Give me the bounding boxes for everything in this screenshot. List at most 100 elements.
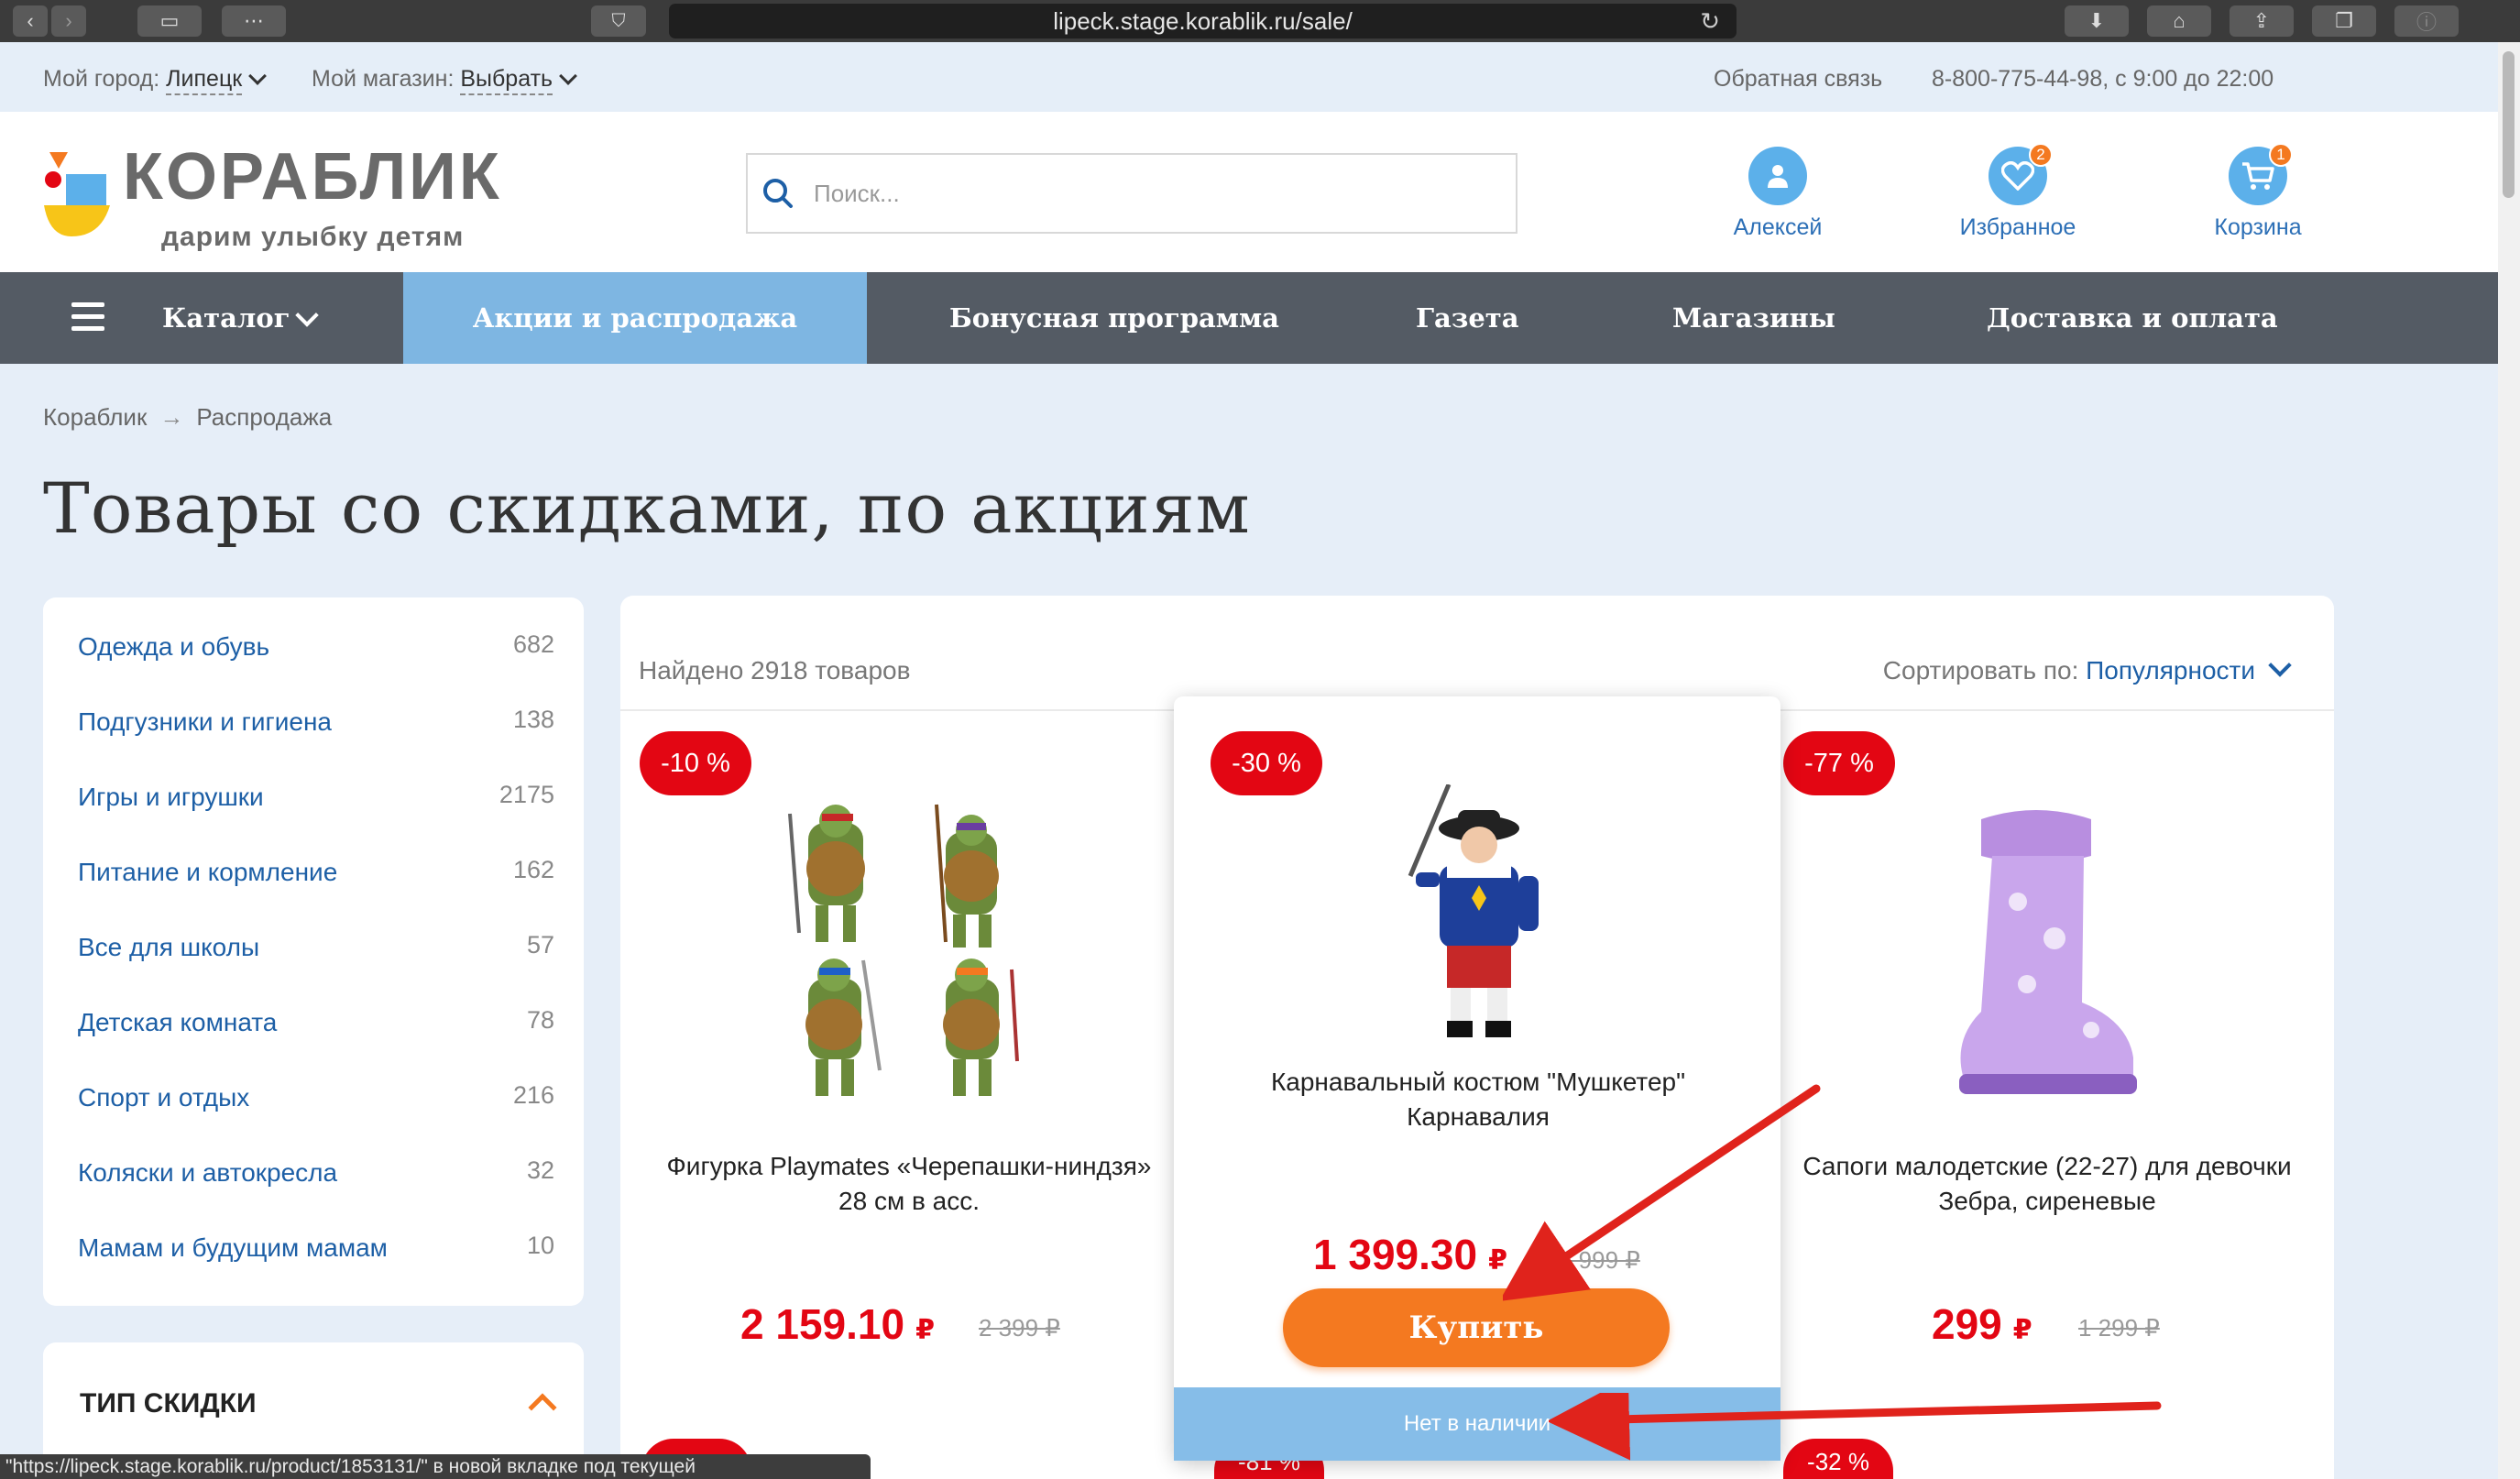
url-text: lipeck.stage.korablik.ru/sale/ (1053, 6, 1353, 35)
account-button[interactable]: Алексей (1695, 147, 1860, 241)
cart-icon: 1 (2229, 143, 2293, 205)
city-label: Мой город: (43, 66, 160, 92)
sidebar-item-label: Детская комната (78, 1008, 278, 1036)
search-icon[interactable] (762, 178, 794, 209)
old-price: 2 399 ₽ (979, 1314, 1060, 1342)
sidebar-item-label: Мамам и будущим мамам (78, 1233, 388, 1262)
sidebar-item-count: 682 (512, 630, 554, 658)
breadcrumb-current: Распродажа (196, 403, 333, 431)
sidebar-item-kids-room[interactable]: Детская комната 78 (78, 1006, 554, 1037)
favorites-count-badge: 2 (2029, 143, 2053, 167)
results-count: Найдено 2918 товаров (639, 656, 911, 685)
reload-icon[interactable]: ↻ (1700, 7, 1720, 36)
nav-item-stores[interactable]: Магазины (1672, 272, 1835, 364)
product-image[interactable] (1392, 784, 1566, 1050)
hamburger-icon (71, 302, 104, 332)
sidebar-item-count: 32 (526, 1156, 554, 1184)
sidebar-item-clothes[interactable]: Одежда и обувь 682 (78, 630, 554, 662)
sidebar-toggle-icon[interactable]: ▭ (137, 5, 202, 37)
feedback-link[interactable]: Обратная связь (1714, 66, 1882, 93)
logo-slogan: дарим улыбку детям (161, 222, 465, 252)
sidebar-item-label: Подгузники и гигиена (78, 707, 332, 736)
discount-badge: -10 % (640, 731, 751, 795)
product-price: 1 399.30 ₽ (1313, 1230, 1507, 1279)
sidebar-item-school[interactable]: Все для школы 57 (78, 931, 554, 962)
home-icon[interactable]: ⌂ (2147, 5, 2211, 37)
nav-item-delivery[interactable]: Доставка и оплата (1987, 272, 2278, 364)
store-label: Мой магазин: (312, 66, 455, 92)
currency-symbol: ₽ (2012, 1315, 2032, 1345)
account-label: Алексей (1733, 214, 1823, 240)
search-input[interactable] (814, 179, 1455, 208)
scrollbar[interactable] (2498, 42, 2520, 1479)
forward-button[interactable]: › (51, 5, 86, 37)
scrollbar-thumb[interactable] (2503, 51, 2515, 198)
city-selector[interactable]: Мой город: Липецк (43, 66, 268, 95)
logo[interactable]: КОРАБЛИК дарим улыбку детям (40, 139, 517, 252)
sidebar-item-label: Игры и игрушки (78, 783, 264, 811)
category-sidebar: Одежда и обувь 682 Подгузники и гигиена 13… (43, 597, 584, 1306)
phone-number[interactable]: 8-800-775-44-98, с 9:00 до 22:00 (1932, 66, 2273, 93)
download-icon[interactable]: ⬇ (2065, 5, 2129, 37)
chevron-down-icon (295, 303, 319, 327)
sidebar-item-label: Питание и кормление (78, 858, 338, 886)
sidebar-item-sport[interactable]: Спорт и отдых 216 (78, 1081, 554, 1112)
sidebar-item-feeding[interactable]: Питание и кормление 162 (78, 856, 554, 887)
search-box[interactable] (746, 153, 1517, 234)
tabs-icon[interactable]: ❐ (2312, 5, 2376, 37)
product-card[interactable]: -77 % Сапоги малодетские (22-27) для дев… (1761, 713, 2333, 1409)
share-icon[interactable]: ⇪ (2230, 5, 2294, 37)
sidebar-item-label: Одежда и обувь (78, 632, 270, 661)
info-icon[interactable]: ⓘ (2394, 5, 2459, 37)
sidebar-item-strollers[interactable]: Коляски и автокресла 32 (78, 1156, 554, 1188)
product-image[interactable] (772, 795, 1046, 1107)
price-value: 1 399.30 (1313, 1231, 1478, 1278)
favorites-label: Избранное (1959, 214, 2076, 240)
sort-selector[interactable]: Сортировать по: Популярности (1883, 653, 2292, 685)
sidebar-item-label: Спорт и отдых (78, 1083, 250, 1112)
url-bar[interactable]: lipeck.stage.korablik.ru/sale/ ↻ (669, 4, 1737, 38)
user-icon (1748, 147, 1807, 205)
product-name[interactable]: Сапоги малодетские (22-27) для девочки З… (1789, 1149, 2306, 1219)
sidebar-item-count: 2175 (499, 781, 554, 808)
store-value[interactable]: Выбрать (460, 66, 553, 95)
filter-heading: ТИП СКИДКИ (80, 1388, 257, 1419)
sidebar-item-moms[interactable]: Мамам и будущим мамам 10 (78, 1232, 554, 1263)
sidebar-item-count: 78 (526, 1006, 554, 1034)
favorites-button[interactable]: 2 Избранное (1935, 143, 2100, 241)
annotation-arrow-icon (1549, 1393, 2162, 1461)
cart-button[interactable]: 1 Корзина (2175, 143, 2340, 241)
product-image[interactable] (1917, 801, 2155, 1112)
breadcrumb-home[interactable]: Кораблик (43, 403, 147, 431)
grid-icon[interactable]: ⋯ (222, 5, 286, 37)
site-header: КОРАБЛИК дарим улыбку детям Алексей 2 Из… (0, 112, 2498, 272)
catalog-menu-button[interactable]: Каталог (0, 272, 403, 364)
sidebar-item-count: 216 (512, 1081, 554, 1109)
nav-item-bonus[interactable]: Бонусная программа (949, 272, 1279, 364)
price-value: 299 (1932, 1300, 2002, 1348)
currency-symbol: ₽ (915, 1315, 935, 1345)
city-value[interactable]: Липецк (166, 66, 243, 95)
store-selector[interactable]: Мой магазин: Выбрать (312, 66, 577, 95)
product-card[interactable]: -10 % Фигурка Playmates «Черепашки-ниндз… (623, 713, 1195, 1409)
back-button[interactable]: ‹ (13, 5, 48, 37)
nav-item-newspaper[interactable]: Газета (1416, 272, 1519, 364)
heart-icon: 2 (1989, 143, 2053, 205)
chevron-down-icon (2268, 653, 2292, 677)
sort-value[interactable]: Популярности (2086, 656, 2255, 685)
main-nav: Каталог Акции и распродажа Бонусная прог… (0, 272, 2498, 364)
old-price: 1 299 ₽ (2078, 1314, 2160, 1342)
nav-item-sale[interactable]: Акции и распродажа (403, 272, 867, 364)
product-name[interactable]: Фигурка Playmates «Черепашки-ниндзя» 28 … (651, 1149, 1167, 1219)
sidebar-item-count: 10 (526, 1232, 554, 1259)
cart-label: Корзина (2214, 214, 2302, 240)
shield-icon[interactable]: ⛉ (591, 5, 646, 37)
logo-boat-icon (44, 152, 110, 236)
sidebar-item-toys[interactable]: Игры и игрушки 2175 (78, 781, 554, 812)
sidebar-item-count: 162 (512, 856, 554, 883)
sidebar-item-label: Коляски и автокресла (78, 1158, 338, 1187)
discount-badge: -77 % (1783, 731, 1895, 795)
sidebar-item-diapers[interactable]: Подгузники и гигиена 138 (78, 706, 554, 737)
catalog-label: Каталог (162, 302, 290, 334)
chevron-up-icon[interactable] (528, 1393, 557, 1422)
